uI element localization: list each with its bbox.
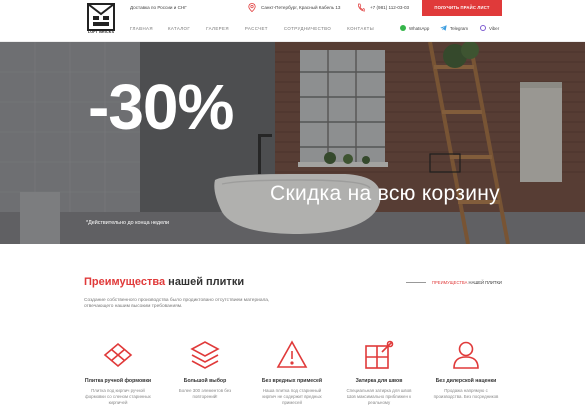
feature-text: Наша плитка под старинный кирпич не соде…: [262, 388, 322, 405]
telegram-label: Telegram: [450, 25, 469, 31]
telegram-icon: [440, 25, 447, 31]
viber-link[interactable]: Viber: [480, 25, 499, 31]
location-pin-icon: [248, 3, 256, 12]
address-text: Санкт-Петербург, Красный Кабель 13: [261, 5, 341, 10]
nav-item-calculation[interactable]: РАССЧЕТ: [245, 26, 268, 31]
phone-icon: [358, 3, 365, 12]
feature-title: Затирка для швов: [355, 378, 403, 384]
whatsapp-label: WhatsApp: [409, 25, 430, 31]
advantages-title-rest: нашей плитки: [168, 276, 245, 288]
telegram-link[interactable]: Telegram: [440, 25, 468, 31]
nav-item-gallery[interactable]: ГАЛЕРЕЯ: [206, 26, 229, 31]
advantages-description: Создание собственного производства было …: [84, 298, 270, 310]
whatsapp-icon: [400, 25, 406, 31]
breadcrumb-divider: [406, 282, 426, 283]
feature-no-markup: Без дилерской наценки Продажа напрямую с…: [421, 338, 511, 400]
layers-icon: [190, 341, 220, 369]
grout-trowel-icon: [365, 340, 394, 369]
feature-text: Более 300 элементов без повторений!: [178, 388, 232, 399]
breadcrumb-accent: ПРЕИМУЩЕСТВА: [432, 280, 468, 285]
advantages-title: Преимущества нашей плитки: [84, 276, 244, 288]
feature-title: Без вредных примесей: [261, 378, 323, 384]
nav-item-contacts[interactable]: КОНТАКТЫ: [347, 26, 374, 31]
nav-item-cooperation[interactable]: СОТРУДНИЧЕСТВО: [284, 26, 331, 31]
feature-handmade: Плитка ручной формовки Плитка под кирпич…: [73, 338, 163, 405]
site-header: LOFT BRICKS Доставка по России и СНГ Сан…: [0, 0, 585, 42]
feature-title: Большой выбор: [183, 378, 227, 384]
feature-title: Без дилерской наценки: [435, 378, 497, 384]
get-price-list-button[interactable]: ПОЛУЧИТЬ ПРАЙС ЛИСТ: [422, 0, 502, 16]
nav-item-catalog[interactable]: КАТАЛОГ: [168, 26, 190, 31]
breadcrumb-rest: НАШЕЙ ПЛИТКИ: [468, 280, 502, 285]
main-nav: ГЛАВНАЯ КАТАЛОГ ГАЛЕРЕЯ РАССЧЕТ СОТРУДНИ…: [130, 26, 390, 31]
handmade-tiles-icon: [103, 342, 133, 368]
feature-grout: Затирка для швов Специальная затирка для…: [334, 338, 424, 405]
logo-text: LOFT BRICKS: [87, 30, 115, 34]
viber-icon: [480, 25, 486, 31]
viber-label: Viber: [489, 25, 500, 31]
warning-icon: [276, 340, 308, 368]
nav-item-home[interactable]: ГЛАВНАЯ: [130, 26, 153, 31]
user-icon: [453, 341, 479, 369]
advantages-title-accent: Преимущества: [84, 276, 166, 288]
feature-text: Плитка под кирпич ручной формовки со сле…: [85, 388, 151, 405]
hero-subtitle: Скидка на всю корзину: [270, 182, 500, 205]
hero-note: *Действительно до конца недели: [86, 220, 170, 226]
feature-choice: Большой выбор Более 300 элементов без по…: [160, 338, 250, 400]
delivery-text: Доставка по России и СНГ: [130, 5, 187, 10]
feature-title: Плитка ручной формовки: [84, 378, 152, 384]
feature-no-impurities: Без вредных примесей Наша плитка под ста…: [247, 338, 337, 405]
breadcrumb: ПРЕИМУЩЕСТВА НАШЕЙ ПЛИТКИ: [432, 280, 502, 285]
whatsapp-link[interactable]: WhatsApp: [400, 25, 429, 31]
phone-text[interactable]: +7 (981) 112-03-03: [370, 5, 409, 10]
hero-discount: -30%: [88, 71, 234, 143]
hero-banner: -30% Скидка на всю корзину *Действительн…: [0, 42, 585, 244]
feature-text: Специальная затирка для швов Шов максима…: [346, 388, 412, 405]
feature-text: Продажа напрямую с производства. Без пос…: [433, 388, 499, 399]
